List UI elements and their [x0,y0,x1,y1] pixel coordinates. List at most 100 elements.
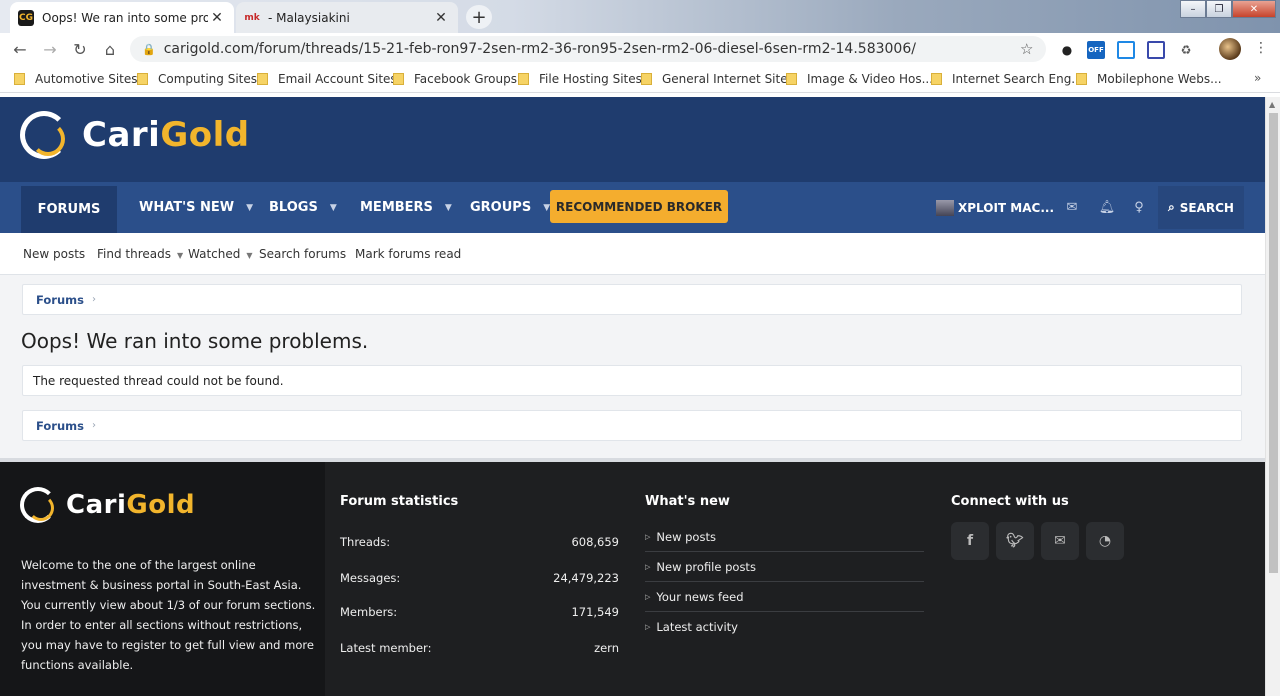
subnav-new-posts[interactable]: New posts [23,247,85,261]
bookmark-folder[interactable]: Email Account Sites [257,72,397,86]
profile-avatar[interactable] [1219,38,1241,60]
nav-blogs[interactable]: BLOGS ▼ [269,182,337,233]
stat-members: Members: 171,549 [340,605,619,619]
sub-navigation: New posts Find threads ▼ Watched ▼ Search … [0,233,1265,275]
maximize-icon[interactable]: ❐ [1206,0,1232,18]
nav-search[interactable]: ⌕ SEARCH [1158,186,1244,229]
bookmark-folder[interactable]: Mobilephone Webs... [1076,72,1222,86]
window-close-icon[interactable]: ✕ [1232,0,1276,18]
minimize-icon[interactable]: – [1180,0,1206,18]
window-controls: – ❐ ✕ [1180,0,1276,18]
nav-forums[interactable]: FORUMS [21,186,117,233]
adblock-off-icon[interactable]: OFF [1087,41,1105,59]
twitter-icon[interactable]: 🐦︎ [996,522,1034,560]
folder-icon [14,73,25,85]
tab-close-icon[interactable]: ✕ [208,10,226,26]
recommended-broker-button[interactable]: RECOMMENDED BROKER [550,190,728,223]
error-block: The requested thread could not be found. [22,365,1242,396]
bookmark-folder[interactable]: Image & Video Hos... [786,72,933,86]
page-scrollbar[interactable]: ▲ [1265,97,1280,696]
site-logo[interactable]: CariGold [20,111,250,159]
bookmark-star-icon[interactable]: ☆ [1020,40,1046,58]
site-header: CariGold [0,97,1265,182]
bookmark-folder[interactable]: File Hosting Sites [518,72,642,86]
email-icon[interactable]: ✉ [1041,522,1079,560]
tab-title: Oops! We ran into some problem [42,10,208,25]
carigold-logo-icon [20,487,56,523]
subnav-search-forums[interactable]: Search forums [259,247,346,261]
subnav-mark-forums-read[interactable]: Mark forums read [355,247,461,261]
chevron-down-icon[interactable]: ▼ [246,203,253,213]
lightbulb-icon[interactable]: ♀ [1130,198,1148,216]
forum-statistics-heading: Forum statistics [340,494,459,509]
caret-right-icon: ▷ [645,532,651,541]
main-navigation: FORUMS WHAT'S NEW ▼ BLOGS ▼ MEMBERS ▼ GROUP… [0,182,1265,233]
connect-heading: Connect with us [951,494,1069,509]
folder-icon [1076,73,1087,85]
breadcrumb-bottom: Forums › [22,410,1242,441]
tab-title: - Malaysiakini [268,10,350,25]
bookmark-folder[interactable]: Automotive Sites [14,72,138,86]
browser-tab-malaysiakini[interactable]: mk - Malaysiakini ✕ [236,2,458,33]
breadcrumb-forums-link[interactable]: Forums [36,419,84,433]
url-text: carigold.com/forum/threads/15-21-feb-ron… [163,41,916,57]
scrollbar-thumb[interactable] [1269,113,1278,573]
chevron-down-icon[interactable]: ▼ [246,251,252,260]
nav-groups[interactable]: GROUPS ▼ [470,182,550,233]
facebook-icon[interactable]: f [951,522,989,560]
chevron-right-icon: › [91,420,96,431]
footer-link-new-profile-posts[interactable]: ▷ New profile posts [645,552,924,582]
bookmark-folder[interactable]: Computing Sites [137,72,257,86]
user-avatar [936,199,954,216]
carigold-logo-icon [20,111,68,159]
extension-screen-icon[interactable] [1117,41,1135,59]
folder-icon [641,73,652,85]
breadcrumb: Forums › [22,284,1242,315]
caret-right-icon: ▷ [645,623,651,631]
forward-arrow-icon[interactable]: → [40,39,60,59]
rss-icon[interactable]: ◔ [1086,522,1124,560]
carigold-favicon-icon: CG [18,9,34,26]
folder-icon [393,73,404,85]
stat-threads: Threads: 608,659 [340,535,619,549]
extension-tabs-icon[interactable] [1147,41,1165,59]
bookmark-folder[interactable]: General Internet Sites [641,72,794,86]
breadcrumb-forums-link[interactable]: Forums [36,293,84,307]
footer-link-latest-activity[interactable]: ▷ Latest activity [645,612,924,642]
back-arrow-icon[interactable]: ← [10,39,30,59]
footer-link-news-feed[interactable]: ▷ Your news feed [645,582,924,612]
bookmark-folder[interactable]: Facebook Groups [393,72,517,86]
caret-right-icon: ▷ [645,562,651,571]
chevron-right-icon: › [91,294,96,305]
search-icon: ⌕ [1168,200,1175,214]
footer-logo[interactable]: CariGold [20,487,195,523]
chevron-down-icon[interactable]: ▼ [177,251,183,260]
bookmark-folder[interactable]: Internet Search Eng... [931,72,1083,86]
folder-icon [931,73,942,85]
page-title: Oops! We ran into some problems. [21,329,369,353]
extension-recycle-icon[interactable]: ♻ [1177,41,1195,59]
extension-globe-icon[interactable]: ● [1058,41,1076,59]
nav-members[interactable]: MEMBERS ▼ [360,182,452,233]
chevron-down-icon[interactable]: ▼ [330,203,337,213]
footer-link-new-posts[interactable]: ▷ New posts [645,522,924,552]
inbox-envelope-icon[interactable]: ✉ [1063,198,1081,216]
address-bar[interactable]: 🔒 carigold.com/forum/threads/15-21-feb-r… [130,36,1046,62]
new-tab-button[interactable]: + [466,5,492,29]
subnav-watched[interactable]: Watched ▼ [188,247,253,261]
nav-whats-new[interactable]: WHAT'S NEW ▼ [139,182,253,233]
page-viewport: CariGold FORUMS WHAT'S NEW ▼ BLOGS ▼ MEMBE… [0,97,1280,696]
user-account-link[interactable]: XPLOIT MAC... [936,182,1054,233]
browser-menu-icon[interactable]: ⋮ [1254,40,1268,56]
subnav-find-threads[interactable]: Find threads ▼ [97,247,183,261]
chevron-down-icon[interactable]: ▼ [445,203,452,213]
bookmarks-overflow-icon[interactable]: » [1254,71,1261,85]
reload-icon[interactable]: ↻ [70,39,90,59]
browser-tab-active[interactable]: CG Oops! We ran into some problem ✕ [10,2,234,33]
alerts-bell-icon[interactable]: 🔔︎ [1098,198,1116,216]
scroll-up-icon[interactable]: ▲ [1269,100,1275,109]
error-message: The requested thread could not be found. [33,373,284,388]
tab-close-icon[interactable]: ✕ [432,10,450,26]
home-icon[interactable]: ⌂ [100,39,120,59]
stat-latest-member: Latest member: zern [340,641,619,655]
